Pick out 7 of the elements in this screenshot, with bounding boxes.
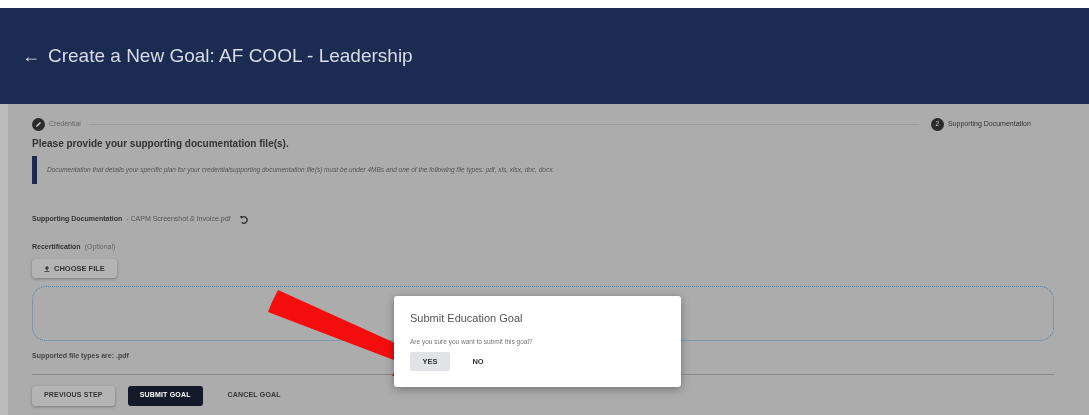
back-arrow[interactable]: ←: [22, 42, 40, 70]
page-title: Create a New Goal: AF COOL - Leadership: [48, 43, 413, 68]
pencil-icon: [32, 117, 45, 131]
dialog-title: Submit Education Goal: [410, 311, 524, 326]
undo-icon[interactable]: [238, 214, 248, 224]
section-heading: Please provide your supporting documentation file(s).: [32, 137, 290, 151]
upload-icon: [44, 265, 50, 272]
